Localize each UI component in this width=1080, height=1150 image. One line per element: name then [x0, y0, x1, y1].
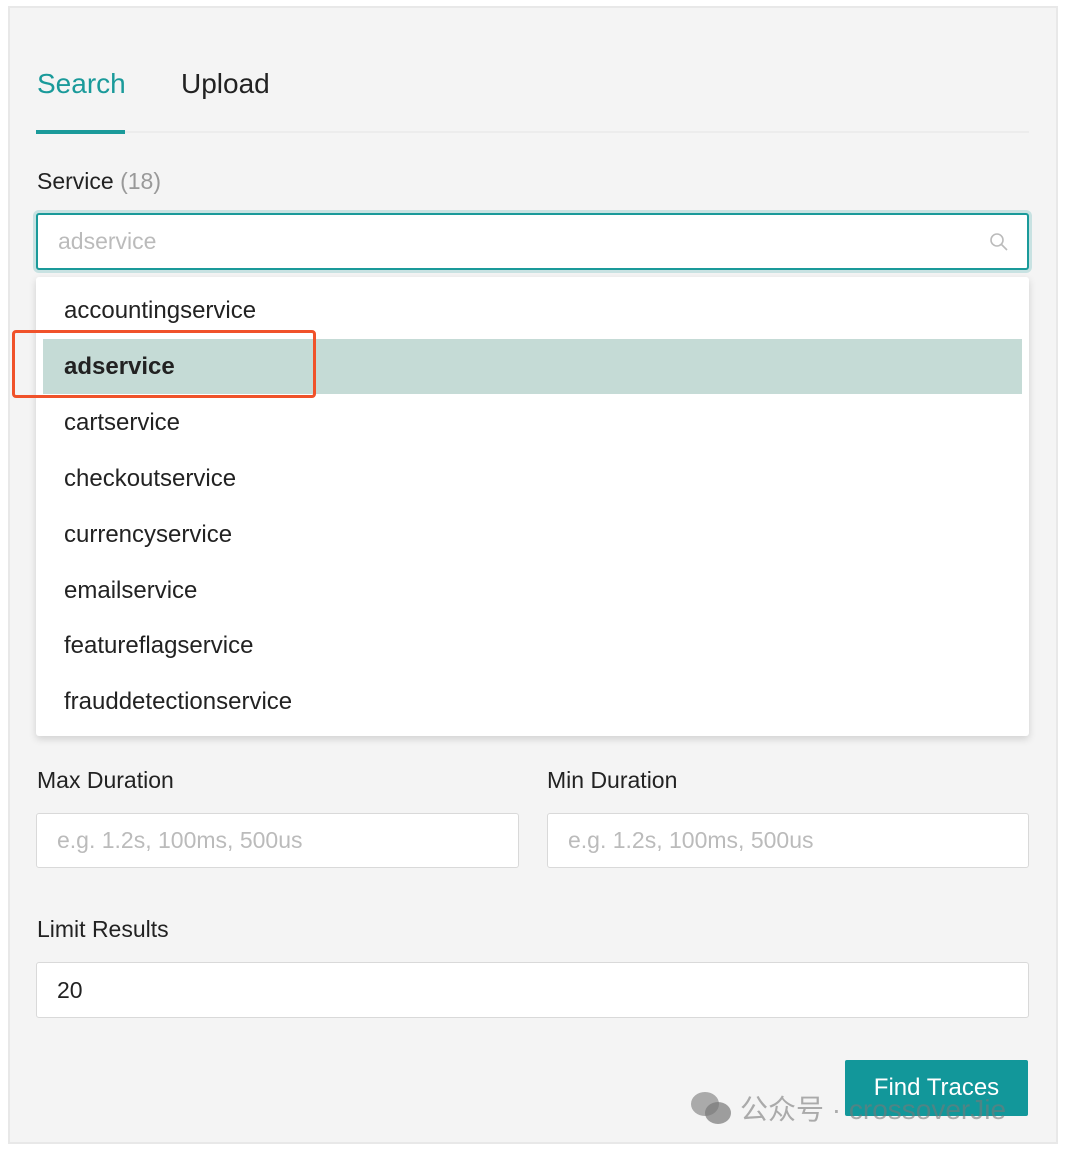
service-label-text: Service — [37, 168, 114, 194]
search-icon — [990, 233, 1008, 251]
wechat-icon — [691, 1092, 731, 1124]
service-option[interactable]: currencyservice — [36, 507, 1029, 562]
min-duration-label: Min Duration — [547, 767, 678, 793]
highlight-annotation — [12, 330, 316, 398]
min-duration-input[interactable]: e.g. 1.2s, 100ms, 500us — [547, 813, 1029, 868]
service-option[interactable]: cartservice — [36, 395, 1029, 450]
min-duration-placeholder: e.g. 1.2s, 100ms, 500us — [568, 827, 814, 853]
limit-results-value: 20 — [57, 976, 83, 1003]
service-option[interactable]: frauddetectionservice — [36, 674, 1029, 729]
max-duration-input[interactable]: e.g. 1.2s, 100ms, 500us — [36, 813, 519, 868]
tab-divider — [36, 131, 1029, 133]
service-option[interactable]: checkoutservice — [36, 451, 1029, 506]
tab-search[interactable]: Search — [37, 68, 126, 100]
max-duration-placeholder: e.g. 1.2s, 100ms, 500us — [57, 827, 303, 853]
service-option[interactable]: featureflagservice — [36, 618, 1029, 673]
tab-upload[interactable]: Upload — [181, 68, 270, 100]
watermark: 公众号 · crossoverJie — [690, 1088, 1006, 1128]
service-placeholder: adservice — [58, 228, 157, 254]
limit-results-label: Limit Results — [37, 916, 169, 942]
max-duration-label: Max Duration — [37, 767, 174, 793]
service-search-input[interactable]: adservice — [36, 213, 1029, 270]
limit-results-input[interactable]: 20 — [36, 962, 1029, 1018]
active-tab-indicator — [36, 130, 125, 134]
service-label: Service (18) — [37, 168, 161, 195]
service-count: (18) — [120, 168, 161, 194]
watermark-text: 公众号 · crossoverJie — [740, 1094, 1007, 1125]
service-option[interactable]: emailservice — [36, 563, 1029, 618]
